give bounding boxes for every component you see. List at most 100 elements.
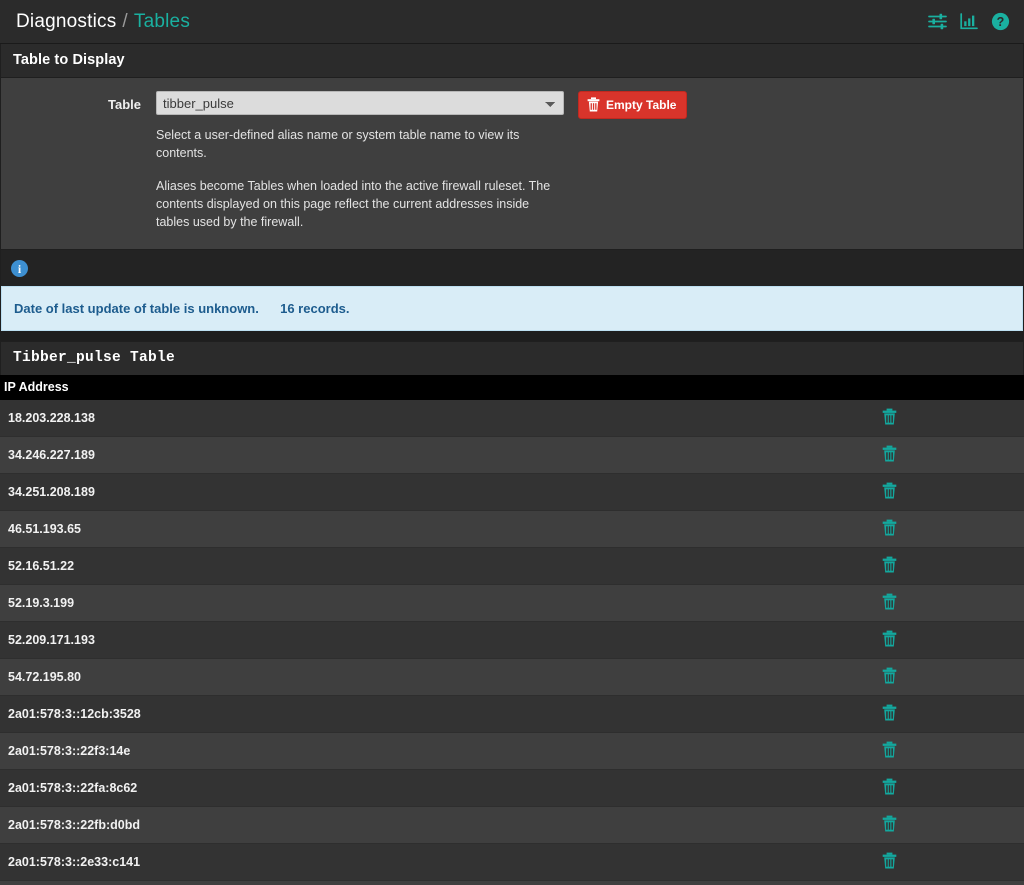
delete-entry-button[interactable] [882,408,897,425]
trash-icon [882,630,897,647]
ip-address-cell: 2a01:578:3::12cb:3528 [0,695,874,733]
row-actions-cell [874,695,1024,733]
panel-heading-table-to-display: Table to Display [1,44,1023,78]
delete-entry-button[interactable] [882,852,897,869]
trash-icon [882,852,897,869]
table-body: 18.203.228.138 34.246.227.189 34.251.208.1… [0,400,1024,885]
chart-icon[interactable] [960,13,978,30]
trash-icon [587,97,600,112]
trash-icon [882,815,897,832]
row-actions-cell [874,769,1024,807]
table-row: 54.72.195.80 [0,658,1024,696]
info-strip: i [0,250,1024,286]
table-to-display-panel: Table to Display Table tibber_pulse Empt… [0,44,1024,250]
trash-icon [882,704,897,721]
trash-icon [882,741,897,758]
table-row: 46.51.193.65 [0,510,1024,548]
help-icon[interactable]: ? [991,12,1010,31]
trash-icon [882,482,897,499]
table-row: 2a01:578:3::22fa:8c62 [0,769,1024,807]
top-navbar: Diagnostics / Tables ? [0,0,1024,44]
table-select[interactable]: tibber_pulse [156,91,564,115]
delete-entry-button[interactable] [882,778,897,795]
column-header-actions [874,375,1024,400]
table-row: 52.19.3.199 [0,584,1024,622]
trash-icon [882,556,897,573]
ip-address-cell: 2a01:578:3::3413:3c7 [0,880,874,885]
delete-entry-button[interactable] [882,630,897,647]
help-paragraph-1: Select a user-defined alias name or syst… [156,128,520,160]
alert-info: Date of last update of table is unknown.… [1,286,1023,331]
table-row: 52.16.51.22 [0,547,1024,585]
row-actions-cell [874,658,1024,696]
table-field-label: Table [108,97,141,112]
table-row: 2a01:578:3::3413:3c7 [0,880,1024,885]
delete-entry-button[interactable] [882,815,897,832]
ip-address-cell: 2a01:578:3::22fa:8c62 [0,769,874,807]
ip-address-cell: 52.19.3.199 [0,584,874,622]
table-help-text: Select a user-defined alias name or syst… [156,126,561,231]
table-select-row: Table tibber_pulse Empty Table Select a … [1,91,1023,231]
trash-icon [882,667,897,684]
table-header-row: IP Address [0,375,1024,400]
ip-address-table: IP Address 18.203.228.138 34.246.227.189 3… [0,375,1024,885]
delete-entry-button[interactable] [882,667,897,684]
row-actions-cell [874,547,1024,585]
info-icon: i [11,260,28,277]
trash-icon [882,593,897,610]
table-row: 52.209.171.193 [0,621,1024,659]
table-row: 2a01:578:3::22fb:d0bd [0,806,1024,844]
breadcrumb-root: Diagnostics [16,10,117,32]
row-actions-cell [874,806,1024,844]
table-to-display-body: Table tibber_pulse Empty Table Select a … [1,78,1023,249]
table-row: 2a01:578:3::12cb:3528 [0,695,1024,733]
table-row: 2a01:578:3::22f3:14e [0,732,1024,770]
alert-message: Date of last update of table is unknown. [14,301,259,316]
sliders-icon[interactable] [928,13,947,30]
alert-records: 16 records. [280,301,350,316]
table-row: 2a01:578:3::2e33:c141 [0,843,1024,881]
ip-address-cell: 52.16.51.22 [0,547,874,585]
row-actions-cell [874,843,1024,881]
delete-entry-button[interactable] [882,593,897,610]
table-row: 34.251.208.189 [0,473,1024,511]
select-and-button: tibber_pulse Empty Table [156,91,1009,119]
trash-icon [882,445,897,462]
ip-address-cell: 2a01:578:3::22f3:14e [0,732,874,770]
trash-icon [882,778,897,795]
delete-entry-button[interactable] [882,556,897,573]
delete-entry-button[interactable] [882,482,897,499]
trash-icon [882,408,897,425]
table-head: IP Address [0,375,1024,400]
ip-address-cell: 34.246.227.189 [0,436,874,474]
empty-table-button[interactable]: Empty Table [578,91,688,119]
svg-text:?: ? [997,15,1005,29]
breadcrumb: Diagnostics / Tables [16,11,190,33]
delete-entry-button[interactable] [882,519,897,536]
column-header-ip-address: IP Address [0,375,874,400]
row-actions-cell [874,436,1024,474]
navbar-icon-group: ? [928,12,1010,31]
table-row: 34.246.227.189 [0,436,1024,474]
help-paragraph-2: Aliases become Tables when loaded into t… [156,179,551,229]
results-heading: Tibber_pulse Table [0,341,1024,375]
ip-address-cell: 2a01:578:3::22fb:d0bd [0,806,874,844]
breadcrumb-separator: / [122,10,128,32]
table-row: 18.203.228.138 [0,400,1024,437]
delete-entry-button[interactable] [882,704,897,721]
ip-address-cell: 34.251.208.189 [0,473,874,511]
row-actions-cell [874,510,1024,548]
row-actions-cell [874,473,1024,511]
row-actions-cell [874,400,1024,437]
results-panel: Tibber_pulse Table IP Address 18.203.228… [0,341,1024,885]
trash-icon [882,519,897,536]
ip-address-cell: 52.209.171.193 [0,621,874,659]
delete-entry-button[interactable] [882,445,897,462]
row-actions-cell [874,732,1024,770]
delete-entry-button[interactable] [882,741,897,758]
row-actions-cell [874,584,1024,622]
ip-address-cell: 18.203.228.138 [0,400,874,437]
breadcrumb-leaf[interactable]: Tables [134,11,190,33]
ip-address-cell: 2a01:578:3::2e33:c141 [0,843,874,881]
row-actions-cell [874,880,1024,885]
